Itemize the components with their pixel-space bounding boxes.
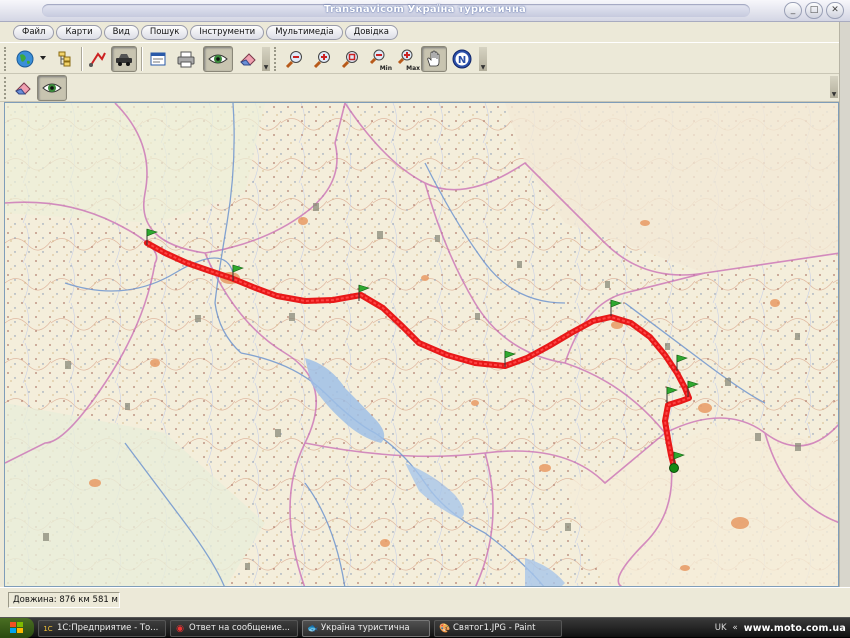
route-tool-button[interactable] (85, 46, 111, 72)
zoom-in-button[interactable] (310, 46, 336, 72)
eye-button-secondary[interactable] (37, 75, 67, 101)
menu-view[interactable]: Вид (103, 25, 139, 40)
layers-button[interactable] (52, 46, 78, 72)
tray-expand-icon[interactable]: « (733, 623, 738, 633)
menu-file[interactable]: Файл (13, 25, 55, 40)
right-panel-strip (839, 22, 850, 617)
zoom-out-button[interactable] (282, 46, 308, 72)
zoom-min-label: Min (379, 65, 392, 72)
taskbar-item-label: Святог1.JPG - Paint (453, 623, 536, 633)
route-length-status: Довжина: 876 км 581 м (8, 592, 120, 608)
north-compass-button[interactable]: N (449, 46, 475, 72)
toolbar-overflow-chevron[interactable]: ▼ (262, 47, 270, 71)
globe-icon (16, 50, 34, 68)
layers-icon (58, 51, 71, 67)
zoom-max-button[interactable]: Max (394, 46, 420, 72)
printer-icon (177, 51, 195, 68)
svg-text:N: N (458, 55, 466, 66)
globe-button[interactable] (12, 46, 38, 72)
taskbar-item-opera[interactable]: ◉ Ответ на сообщение... (170, 620, 298, 637)
menu-bar: Файл Карти Вид Пошук Інструменти Мультим… (0, 22, 850, 42)
taskbar-item-label: Україна туристична (321, 623, 410, 633)
taskbar: 1C 1С:Предприятие - То... ◉ Ответ на соо… (0, 617, 850, 638)
title-bar[interactable]: Transnavicom Україна туристична _ □ ✕ (0, 0, 850, 22)
zoom-out-icon (285, 51, 302, 69)
menu-help[interactable]: Довідка (344, 25, 398, 40)
route-tool-icon (89, 52, 106, 67)
app-window: Transnavicom Україна туристична _ □ ✕ Фа… (0, 0, 850, 617)
north-compass-icon: N (452, 49, 472, 69)
eye-icon (208, 54, 228, 64)
toolbar-overflow-chevron[interactable]: ▼ (479, 47, 487, 71)
map-view[interactable] (4, 102, 839, 587)
close-button[interactable]: ✕ (826, 2, 844, 19)
eraser-icon (15, 82, 31, 95)
menu-multimedia[interactable]: Мультимедіа (266, 25, 343, 40)
menu-search[interactable]: Пошук (140, 25, 189, 40)
map-canvas[interactable] (5, 103, 839, 587)
zoom-rect-button[interactable] (338, 46, 364, 72)
window-button[interactable] (145, 46, 171, 72)
print-button[interactable] (173, 46, 199, 72)
windows-logo-icon (10, 622, 23, 633)
secondary-toolbar: ▼ (0, 74, 842, 102)
zoom-in-icon (313, 51, 330, 69)
minimize-button[interactable]: _ (784, 2, 802, 19)
hand-pan-button[interactable] (421, 46, 447, 72)
watermark-text: www.moto.com.ua (743, 622, 846, 634)
taskbar-item-1c[interactable]: 1C 1С:Предприятие - То... (38, 620, 166, 637)
maximize-button[interactable]: □ (805, 2, 823, 19)
start-button[interactable] (0, 618, 34, 638)
eraser-icon (240, 53, 256, 66)
vehicle-button[interactable] (111, 46, 137, 72)
taskbar-item-label: Ответ на сообщение... (189, 623, 290, 633)
status-bar: Довжина: 876 км 581 м (0, 587, 850, 617)
paint-icon: 🎨 (439, 623, 451, 634)
window-icon (150, 52, 166, 66)
toolbar-grip[interactable] (4, 77, 8, 99)
eraser-button[interactable] (235, 46, 261, 72)
toolbar-separator (81, 47, 83, 71)
hand-pan-icon (427, 50, 440, 67)
route-end-marker[interactable] (669, 463, 679, 473)
window-controls: _ □ ✕ (784, 2, 844, 19)
menu-maps[interactable]: Карти (56, 25, 102, 40)
taskbar-item-paint[interactable]: 🎨 Святог1.JPG - Paint (434, 620, 562, 637)
menu-tools[interactable]: Інструменти (190, 25, 265, 40)
toolbar-grip[interactable] (4, 47, 8, 71)
toolbar-separator (141, 47, 143, 71)
vehicle-icon (116, 54, 132, 66)
eye-button[interactable] (203, 46, 233, 72)
eraser-button-secondary[interactable] (10, 75, 36, 101)
taskbar-item-ukraine-map[interactable]: 🐟 Україна туристична (302, 620, 430, 637)
globe-dropdown-arrow[interactable] (40, 56, 46, 60)
zoom-max-label: Max (406, 65, 420, 72)
map-app-icon: 🐟 (307, 623, 319, 634)
window-title: Transnavicom Україна туристична (324, 4, 526, 15)
toolbar-overflow-chevron[interactable]: ▼ (830, 76, 838, 98)
zoom-min-button[interactable]: Min (366, 46, 392, 72)
toolbar-grip[interactable] (274, 47, 278, 71)
language-indicator[interactable]: UK (715, 623, 727, 633)
app-1c-icon: 1C (43, 624, 53, 633)
taskbar-item-label: 1С:Предприятие - То... (57, 623, 159, 633)
zoom-rect-icon (341, 51, 358, 69)
eye-icon (42, 83, 62, 93)
system-tray: UK « www.moto.com.ua (715, 618, 850, 638)
main-toolbar: ▼ Min Max N ▼ (0, 42, 842, 74)
browser-icon: ◉ (176, 623, 184, 634)
